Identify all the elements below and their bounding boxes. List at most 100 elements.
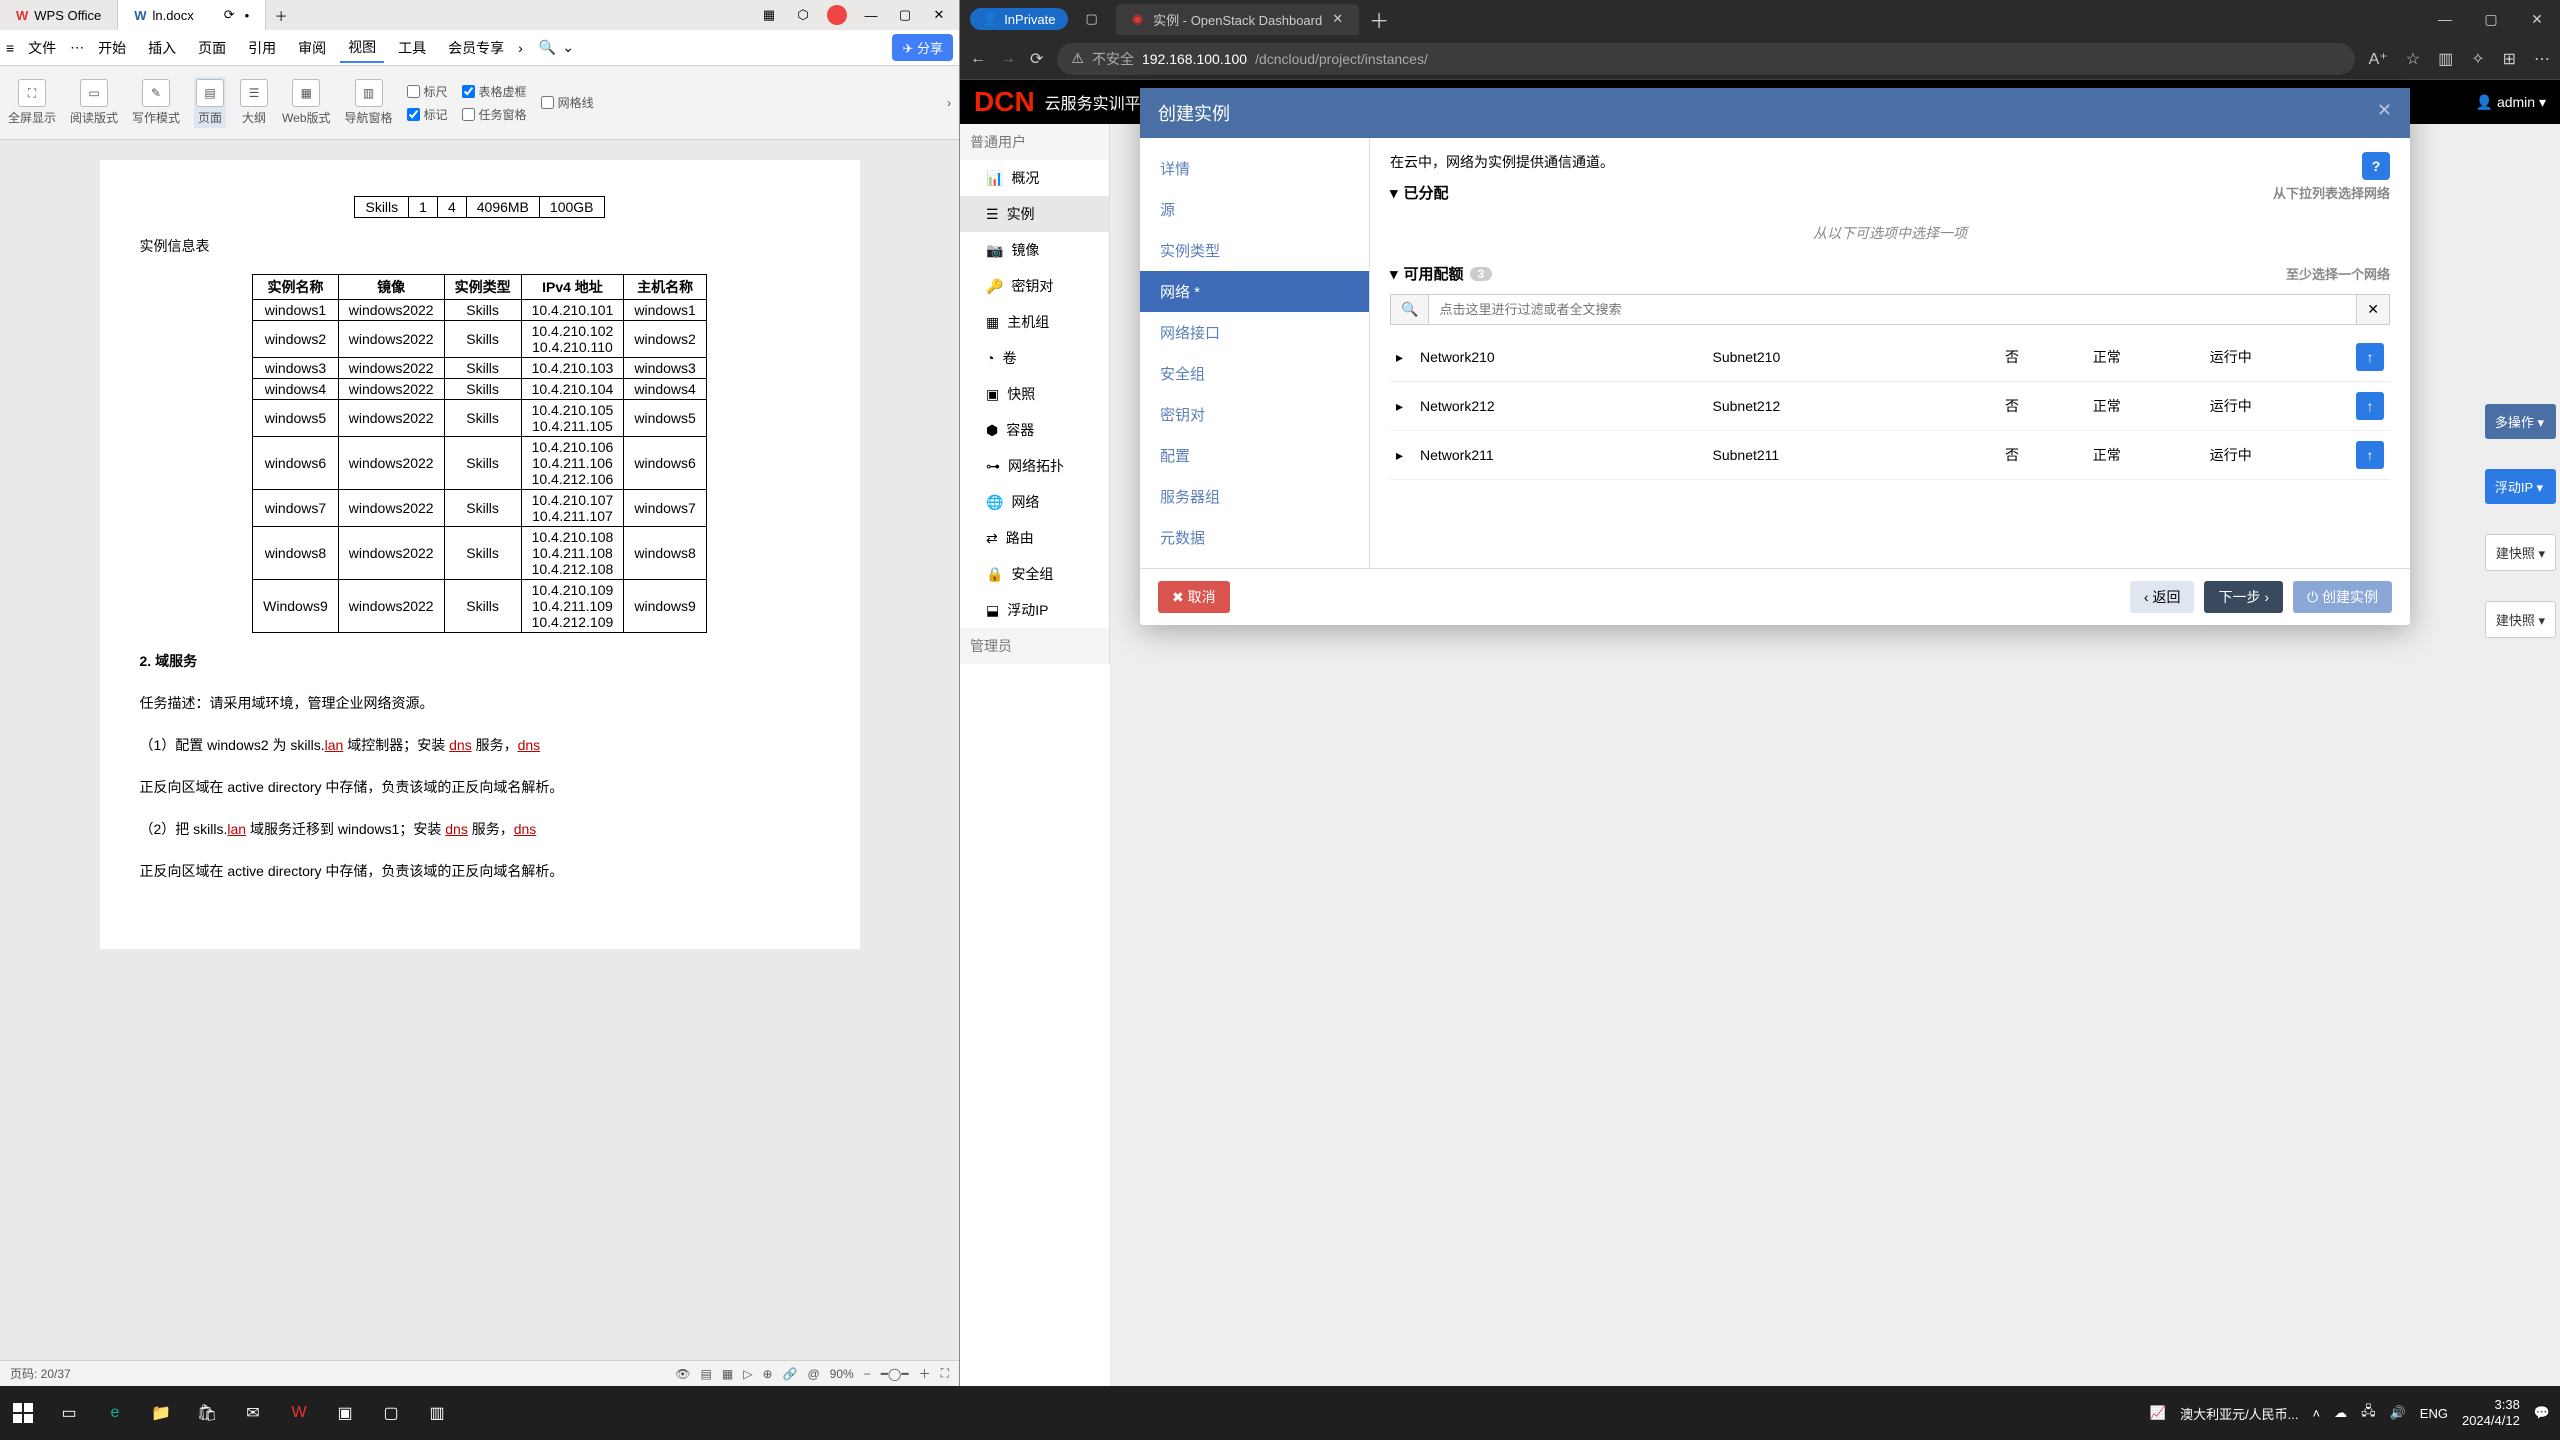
chk-taskpane[interactable]: 任务窗格 xyxy=(462,106,527,123)
tool-page[interactable]: ▤页面 xyxy=(194,77,226,128)
url-host[interactable]: 192.168.100.100 xyxy=(1142,51,1247,67)
wizard-source[interactable]: 源 xyxy=(1140,189,1369,230)
layout2-icon[interactable]: ▦ xyxy=(722,1367,733,1381)
zoom-slider[interactable]: ━◯━ xyxy=(881,1367,909,1381)
currency-text[interactable]: 澳大利亚元/人民币... xyxy=(2180,1404,2298,1423)
cloud-icon[interactable]: ⬡ xyxy=(793,7,813,23)
zoom-in-icon[interactable]: ＋ xyxy=(919,1365,931,1382)
news-icon[interactable]: 📈 xyxy=(2150,1405,2166,1421)
more-icon[interactable]: ⋯ xyxy=(2534,49,2550,69)
minimize-icon[interactable]: ― xyxy=(861,8,881,23)
dropdown-icon[interactable]: ⌄ xyxy=(562,39,574,56)
insecure-icon[interactable]: ⚠ xyxy=(1071,50,1084,67)
menu-review[interactable]: 审阅 xyxy=(290,34,334,62)
available-header[interactable]: ▾ 可用配额 3 至少选择一个网络 xyxy=(1390,263,2390,284)
modal-close-icon[interactable]: ✕ xyxy=(2377,100,2392,126)
wizard-metadata[interactable]: 元数据 xyxy=(1140,517,1369,558)
favorite-icon[interactable]: ☆ xyxy=(2406,49,2420,69)
network-tray-icon[interactable]: 🖧 xyxy=(2361,1402,2376,1424)
back-button[interactable]: ‹ 返回 xyxy=(2130,581,2195,613)
wizard-servergroup[interactable]: 服务器组 xyxy=(1140,476,1369,517)
app-icon[interactable]: ▣ xyxy=(322,1393,368,1433)
add-network-button[interactable]: ↑ xyxy=(2356,441,2384,469)
overflow-icon[interactable]: › xyxy=(518,40,523,56)
minimize-icon[interactable]: ― xyxy=(2422,11,2468,28)
menu-view[interactable]: 视图 xyxy=(340,33,384,63)
expand-ribbon-icon[interactable]: › xyxy=(947,96,951,110)
wizard-detail[interactable]: 详情 xyxy=(1140,148,1369,189)
tool-navpane[interactable]: ▥导航窗格 xyxy=(345,79,393,126)
edge-taskbar-icon[interactable]: e xyxy=(92,1393,138,1433)
clear-filter-icon[interactable]: ✕ xyxy=(2357,294,2390,325)
at-icon[interactable]: @ xyxy=(807,1367,819,1381)
split-icon[interactable]: ▥ xyxy=(2438,49,2453,69)
next-button[interactable]: 下一步 › xyxy=(2204,581,2283,613)
wizard-config[interactable]: 配置 xyxy=(1140,435,1369,476)
wizard-netport[interactable]: 网络接口 xyxy=(1140,312,1369,353)
menu-start[interactable]: 开始 xyxy=(90,34,134,62)
chk-tblgrid[interactable]: 表格虚框 xyxy=(462,83,527,100)
menu-member[interactable]: 会员专享 xyxy=(440,34,512,62)
menu-file[interactable]: 文件 xyxy=(20,34,64,62)
taskview-icon[interactable]: ▭ xyxy=(46,1393,92,1433)
back-icon[interactable]: ← xyxy=(970,50,986,68)
layout-icon[interactable]: ▤ xyxy=(701,1367,712,1381)
extensions-icon[interactable]: ⊞ xyxy=(2503,49,2516,69)
network-row[interactable]: ▸Network211Subnet211否正常运行中↑ xyxy=(1390,431,2390,480)
avatar-icon[interactable] xyxy=(827,5,847,25)
link-icon[interactable]: 🔗 xyxy=(783,1367,798,1381)
add-network-button[interactable]: ↑ xyxy=(2356,392,2384,420)
clock[interactable]: 3:382024/4/12 xyxy=(2462,1397,2520,1428)
menu-tool[interactable]: 工具 xyxy=(390,34,434,62)
tab-refresh-icon[interactable]: ⟳ xyxy=(224,7,235,23)
add-network-button[interactable]: ↑ xyxy=(2356,343,2384,371)
app2-icon[interactable]: ▢ xyxy=(368,1393,414,1433)
maximize-icon[interactable]: ▢ xyxy=(2468,11,2514,28)
tool-web[interactable]: ▦Web版式 xyxy=(282,79,330,126)
tab-close-icon[interactable]: ✕ xyxy=(1332,11,1343,27)
new-tab-button[interactable]: ＋ xyxy=(1369,5,1389,34)
globe-icon[interactable]: ⊕ xyxy=(762,1367,772,1381)
zoom-out-icon[interactable]: − xyxy=(864,1367,871,1381)
new-tab-button[interactable]: ＋ xyxy=(266,6,296,25)
wps-app-tab[interactable]: W WPS Office xyxy=(0,0,118,30)
wizard-network[interactable]: 网络 * xyxy=(1140,271,1369,312)
refresh-icon[interactable]: ⟳ xyxy=(1030,49,1043,69)
menu-insert[interactable]: 插入 xyxy=(140,34,184,62)
url-path[interactable]: /dcncloud/project/instances/ xyxy=(1255,51,1428,67)
chk-marks[interactable]: 标记 xyxy=(407,106,448,123)
explorer-icon[interactable]: 📁 xyxy=(138,1393,184,1433)
search-icon[interactable]: 🔍 xyxy=(539,39,556,56)
tray-up-icon[interactable]: ˄ xyxy=(2313,1406,2321,1421)
tab-overview-icon[interactable]: ▢ xyxy=(1086,11,1098,27)
app3-icon[interactable]: ▥ xyxy=(414,1393,460,1433)
wps-taskbar-icon[interactable]: W xyxy=(276,1393,322,1433)
allocated-header[interactable]: ▾ 已分配 从下拉列表选择网络 xyxy=(1390,182,2390,203)
menu-ref[interactable]: 引用 xyxy=(240,34,284,62)
view-icon[interactable]: 👁 xyxy=(675,1367,690,1381)
network-row[interactable]: ▸Network212Subnet212否正常运行中↑ xyxy=(1390,382,2390,431)
network-filter-input[interactable] xyxy=(1429,294,2357,325)
store-icon[interactable]: 🛍 xyxy=(184,1393,230,1433)
chevron-right-icon[interactable]: ▸ xyxy=(1396,349,1420,366)
onedrive-icon[interactable]: ☁ xyxy=(2334,1405,2347,1421)
menu-page[interactable]: 页面 xyxy=(190,34,234,62)
tool-write[interactable]: ✎写作模式 xyxy=(132,79,180,126)
tool-fullscreen[interactable]: ⛶全屏显示 xyxy=(8,79,56,126)
read-aloud-icon[interactable]: A⁺ xyxy=(2369,49,2388,69)
mail-icon[interactable]: ✉ xyxy=(230,1393,276,1433)
tool-read[interactable]: ▭阅读版式 xyxy=(70,79,118,126)
wizard-keypair[interactable]: 密钥对 xyxy=(1140,394,1369,435)
close-icon[interactable]: ✕ xyxy=(929,7,949,23)
create-instance-button[interactable]: ⏻ 创建实例 xyxy=(2293,581,2392,613)
chevron-right-icon[interactable]: ▸ xyxy=(1396,447,1420,464)
play-icon[interactable]: ▷ xyxy=(743,1367,752,1381)
maximize-icon[interactable]: ▢ xyxy=(895,7,915,23)
ime-label[interactable]: ENG xyxy=(2420,1406,2448,1421)
fullscreen-icon[interactable]: ⛶ xyxy=(941,1366,949,1381)
collections-icon[interactable]: ✧ xyxy=(2471,49,2484,69)
chk-grid[interactable]: 网格线 xyxy=(541,94,594,111)
grid-icon[interactable]: ▦ xyxy=(759,7,779,23)
tool-outline[interactable]: ☰大纲 xyxy=(240,79,268,126)
cancel-button[interactable]: ✖ 取消 xyxy=(1158,581,1230,613)
